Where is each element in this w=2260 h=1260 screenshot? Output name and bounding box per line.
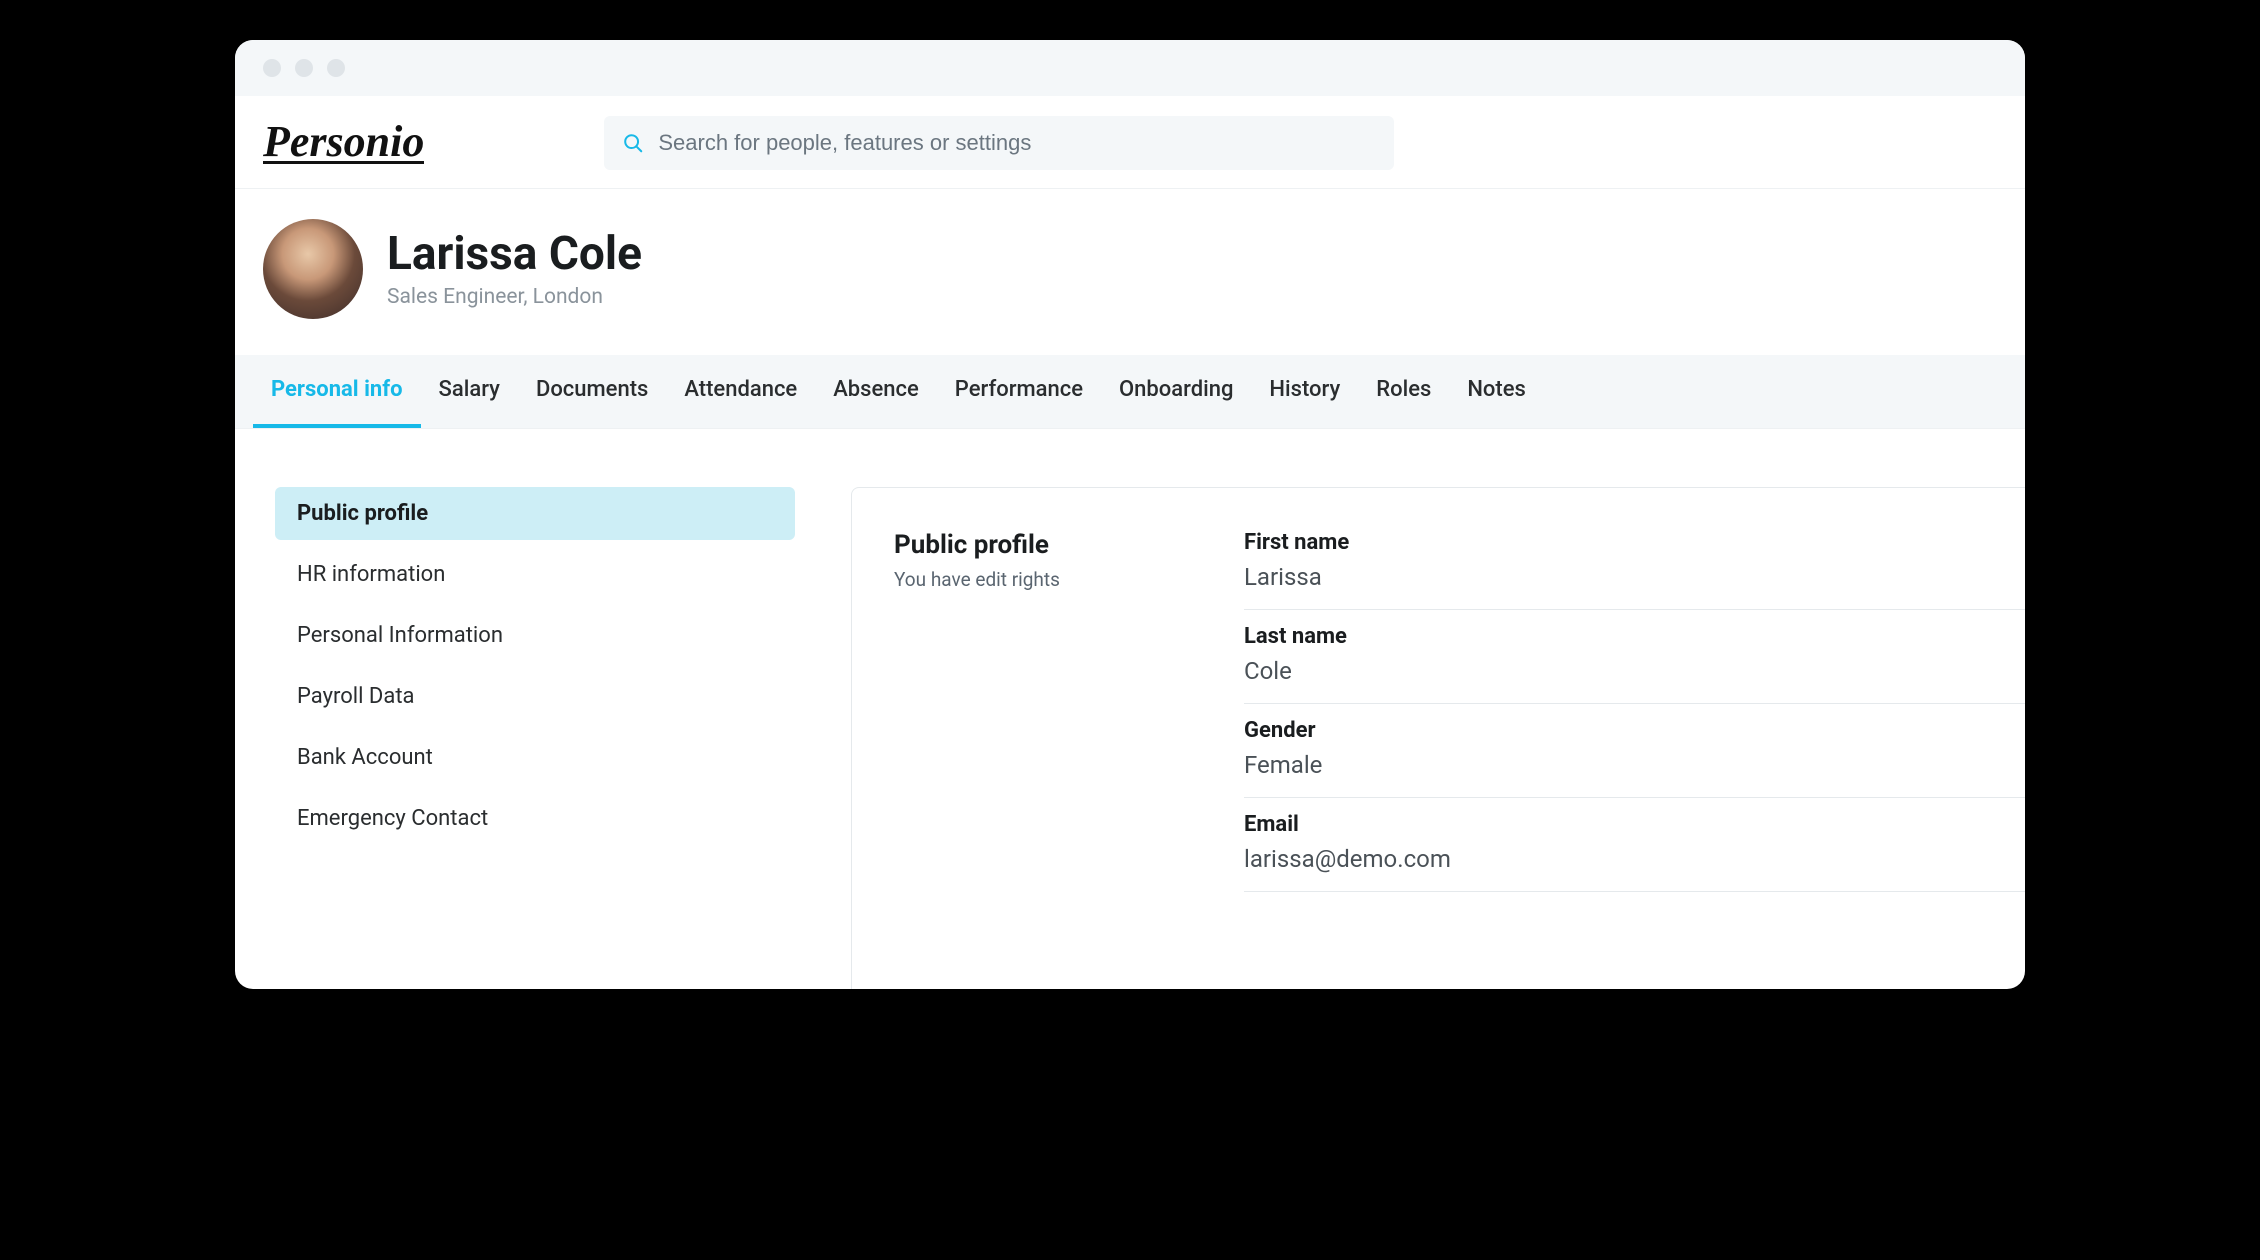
- tab-onboarding[interactable]: Onboarding: [1101, 355, 1251, 428]
- field-label: First name: [1244, 530, 2025, 555]
- content-area: Public profile HR information Personal I…: [235, 429, 2025, 989]
- sidebar: Public profile HR information Personal I…: [275, 487, 795, 989]
- field-email[interactable]: Email larissa@demo.com: [1244, 798, 2025, 892]
- field-value: Cole: [1244, 657, 2025, 685]
- field-label: Gender: [1244, 718, 2025, 743]
- tab-performance[interactable]: Performance: [937, 355, 1101, 428]
- field-value: larissa@demo.com: [1244, 845, 2025, 873]
- search-input[interactable]: [658, 130, 1376, 156]
- sidebar-item-bank-account[interactable]: Bank Account: [275, 731, 795, 784]
- panel-intro: Public profile You have edit rights: [894, 530, 1184, 989]
- profile-text: Larissa Cole Sales Engineer, London: [387, 229, 642, 310]
- sidebar-item-emergency-contact[interactable]: Emergency Contact: [275, 792, 795, 845]
- field-last-name[interactable]: Last name Cole: [1244, 610, 2025, 704]
- tab-attendance[interactable]: Attendance: [666, 355, 815, 428]
- tab-salary[interactable]: Salary: [421, 355, 518, 428]
- field-value: Larissa: [1244, 563, 2025, 591]
- tab-history[interactable]: History: [1251, 355, 1358, 428]
- field-value: Female: [1244, 751, 2025, 779]
- profile-name: Larissa Cole: [387, 229, 642, 280]
- window-dot-minimize[interactable]: [295, 59, 313, 77]
- panel-title: Public profile: [894, 530, 1184, 560]
- field-label: Email: [1244, 812, 2025, 837]
- avatar[interactable]: [263, 219, 363, 319]
- browser-window: Personio Larissa Cole Sales Engineer, Lo…: [235, 40, 2025, 989]
- sidebar-item-payroll-data[interactable]: Payroll Data: [275, 670, 795, 723]
- profile-subtitle: Sales Engineer, London: [387, 285, 642, 309]
- window-dot-maximize[interactable]: [327, 59, 345, 77]
- field-gender[interactable]: Gender Female: [1244, 704, 2025, 798]
- detail-panel: Public profile You have edit rights Firs…: [851, 487, 2025, 989]
- tab-roles[interactable]: Roles: [1358, 355, 1449, 428]
- profile-header: Larissa Cole Sales Engineer, London: [235, 189, 2025, 355]
- search-icon: [622, 132, 644, 154]
- tabs-bar: Personal info Salary Documents Attendanc…: [235, 355, 2025, 429]
- fields-list: First name Larissa Last name Cole Gender…: [1244, 530, 2025, 989]
- window-dot-close[interactable]: [263, 59, 281, 77]
- tab-personal-info[interactable]: Personal info: [253, 355, 421, 428]
- tab-notes[interactable]: Notes: [1449, 355, 1544, 428]
- logo[interactable]: Personio: [263, 122, 424, 165]
- panel-subtitle: You have edit rights: [894, 568, 1184, 591]
- app-header: Personio: [235, 96, 2025, 189]
- sidebar-item-public-profile[interactable]: Public profile: [275, 487, 795, 540]
- sidebar-item-hr-information[interactable]: HR information: [275, 548, 795, 601]
- sidebar-item-personal-information[interactable]: Personal Information: [275, 609, 795, 662]
- field-label: Last name: [1244, 624, 2025, 649]
- tab-absence[interactable]: Absence: [815, 355, 937, 428]
- search-bar[interactable]: [604, 116, 1394, 170]
- window-chrome: [235, 40, 2025, 96]
- field-first-name[interactable]: First name Larissa: [1244, 530, 2025, 610]
- tab-documents[interactable]: Documents: [518, 355, 666, 428]
